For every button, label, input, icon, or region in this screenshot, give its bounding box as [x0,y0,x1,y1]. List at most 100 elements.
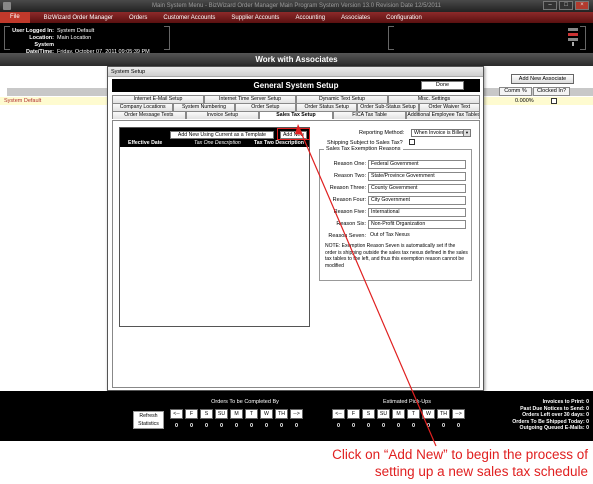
reason-label: Reason Two: [333,173,366,179]
menu-accounting[interactable]: Accounting [287,15,333,21]
count: 0 [294,423,299,429]
count: 0 [219,423,224,429]
day-cell[interactable]: F [347,409,360,419]
menu-supplier-accounts[interactable]: Supplier Accounts [223,15,287,21]
system-setup-dialog: System Setup General System Setup Done I… [107,66,484,391]
tab-order-setup[interactable]: Order Setup [234,103,296,111]
heading-text: General System Setup [253,81,339,90]
reason-two-field[interactable]: State/Province Government [368,172,466,181]
reason-one-field[interactable]: Federal Government [368,160,466,169]
menu-orders[interactable]: Orders [121,15,155,21]
day-cell[interactable]: SU [377,409,390,419]
count: 0 [441,423,446,429]
reason-seven-value: Out of Tax Nexus [368,232,466,241]
col-tax-two-description: Tax Two Description [254,140,304,146]
session-header: User Logged In: System Default Location: M… [0,23,593,55]
count: 0 [174,423,179,429]
associate-comm: 0.000% [515,98,534,104]
day-cell[interactable]: T [245,409,258,419]
tab-dynamic-text-setup[interactable]: Dynamic Text Setup [296,95,388,103]
reason-three-field[interactable]: County Government [368,184,466,193]
reason-row: Reason Three: County Government [320,184,471,193]
tab-row-2: Company Locations System Numbering Order… [112,103,480,111]
clocked-in-column-header[interactable]: Clocked In? [533,87,570,96]
close-button[interactable]: × [575,1,589,10]
reason-row: Reason One: Federal Government [320,160,471,169]
day-cell[interactable]: T [407,409,420,419]
day-cell[interactable]: S [362,409,375,419]
user-value: System Default [57,28,95,34]
day-cell[interactable]: W [422,409,435,419]
minimize-button[interactable]: – [543,1,557,10]
day-cell[interactable]: TH [275,409,288,419]
tab-invoice-setup[interactable]: Invoice Setup [185,111,260,119]
tab-row-3: Order Message Texts Invoice Setup Sales … [112,111,480,119]
outgoing-emails: Outgoing Queued E-Mails: 0 [519,425,589,431]
menu-configuration[interactable]: Configuration [378,15,430,21]
prev-week-button[interactable]: <-- [170,409,183,419]
next-week-button[interactable]: --> [290,409,303,419]
tab-misc-settings[interactable]: Misc. Settings [388,95,480,103]
menu-customer-accounts[interactable]: Customer Accounts [155,15,223,21]
exemption-reasons-group: Sales Tax Exemption Reasons Reason One: … [319,146,472,281]
tab-row-1: Internet E-Mail Setup Internet Time Serv… [112,95,480,103]
shipping-subject-checkbox[interactable] [409,139,415,145]
count: 0 [366,423,371,429]
annotation-line-1: Click on “Add New” to begin the process … [332,447,588,462]
reason-five-field[interactable]: International [368,208,466,217]
count: 0 [351,423,356,429]
tab-company-locations[interactable]: Company Locations [112,103,174,111]
tab-order-message-texts[interactable]: Order Message Texts [112,111,186,119]
reporting-method-select[interactable]: When Invoice is Billed ▼ [411,129,471,137]
count: 0 [336,423,341,429]
estimated-pickups-title: Estimated Pick-Ups [383,399,431,405]
prev-week-button[interactable]: <-- [332,409,345,419]
add-new-associate-button[interactable]: Add New Associate [511,74,574,84]
day-cell[interactable]: TH [437,409,450,419]
refresh-statistics-button[interactable]: Refresh Statistics [133,411,164,429]
day-cell[interactable]: F [185,409,198,419]
menu-associates[interactable]: Associates [333,15,378,21]
comm-pct-column-header[interactable]: Comm % [499,87,532,96]
count: 0 [204,423,209,429]
reason-six-field[interactable]: Non-Profit Organization [368,220,466,229]
tab-internet-email-setup[interactable]: Internet E-Mail Setup [112,95,204,103]
menu-file[interactable]: File [0,12,30,23]
next-week-button[interactable]: --> [452,409,465,419]
reason-row: Reason Five: International [320,208,471,217]
day-cell[interactable]: W [260,409,273,419]
tab-order-status-setup[interactable]: Order Status Setup [295,103,358,111]
tab-sales-tax-setup[interactable]: Sales Tax Setup [259,111,333,119]
add-new-from-template-button[interactable]: Add New Using Current as a Template [170,131,274,139]
reason-row: Reason Four: City Government [320,196,471,205]
tab-internet-time-server-setup[interactable]: Internet Time Server Setup [204,95,296,103]
exemption-reasons-legend: Sales Tax Exemption Reasons [324,146,403,152]
day-cell[interactable]: S [200,409,213,419]
tab-additional-employee-tax-tables[interactable]: Additional Employee Tax Tables [406,111,480,119]
day-cell[interactable]: M [392,409,405,419]
maximize-button[interactable]: □ [559,1,573,10]
tab-order-waiver-text[interactable]: Order Waiver Text [418,103,480,111]
reporting-method-label: Reporting Method: [359,130,405,136]
day-cell[interactable]: SU [215,409,228,419]
count: 0 [249,423,254,429]
tab-fica-tax-table[interactable]: FICA Tax Table [332,111,407,119]
done-button[interactable]: Done [421,81,464,90]
reason-label: Reason Four: [332,197,366,203]
reason-four-field[interactable]: City Government [368,196,466,205]
count: 0 [426,423,431,429]
network-icon [568,28,578,46]
app-icon [3,2,11,10]
menu-bizwizard[interactable]: BizWizard Order Manager [36,15,121,21]
tab-system-numbering[interactable]: System Numbering [173,103,235,111]
work-with-associates-header: Work with Associates [0,53,593,66]
day-cell[interactable]: M [230,409,243,419]
count: 0 [189,423,194,429]
menu-bar: File BizWizard Order Manager Orders Cust… [0,12,593,23]
location-value: Main Location [57,35,92,41]
reason-seven-note: NOTE: Exemption Reason Seven is automati… [325,243,468,269]
sales-tax-schedule-list: Add New Using Current as a Template Add … [119,127,310,327]
chevron-down-icon[interactable]: ▼ [463,130,470,136]
clocked-in-checkbox[interactable] [551,98,557,104]
tab-order-sub-status-setup[interactable]: Order Sub-Status Setup [357,103,419,111]
